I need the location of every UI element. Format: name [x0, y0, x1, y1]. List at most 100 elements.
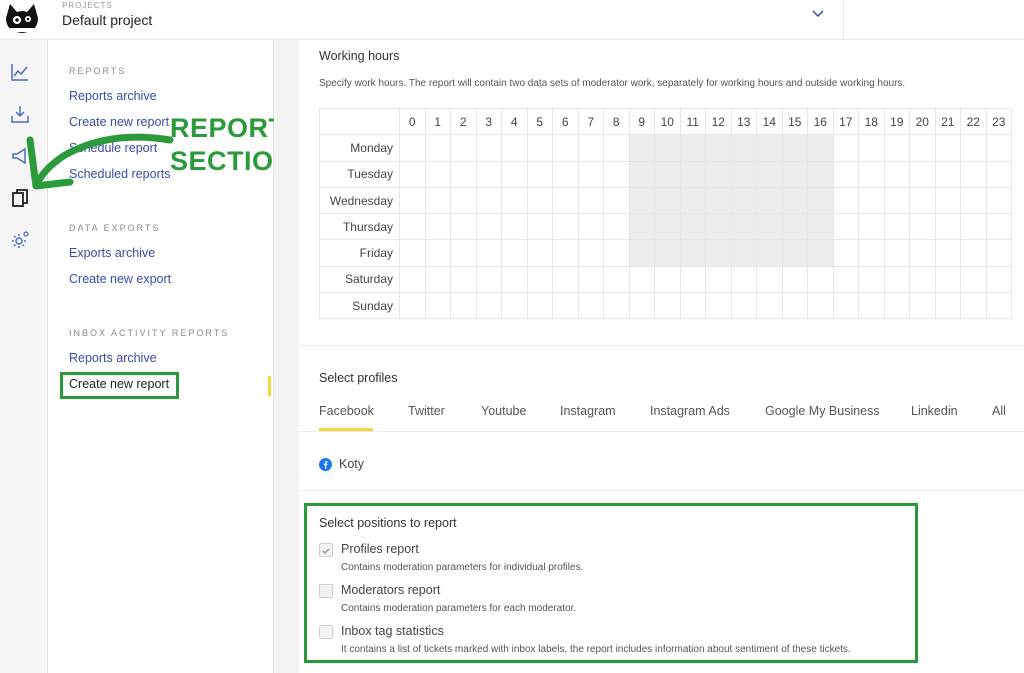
hour-cell[interactable] [781, 160, 808, 188]
hour-cell[interactable] [475, 265, 502, 294]
settings-gear-icon[interactable] [10, 230, 30, 250]
link-exports-archive[interactable]: Exports archive [69, 246, 155, 260]
hour-cell[interactable] [526, 213, 553, 241]
hour-cell[interactable] [832, 239, 859, 267]
hour-cell[interactable] [450, 213, 477, 241]
hour-cell[interactable] [628, 134, 655, 162]
hour-cell[interactable] [577, 265, 604, 294]
hour-cell[interactable] [883, 239, 910, 267]
hour-cell[interactable] [832, 186, 859, 215]
hour-cell[interactable] [960, 160, 987, 188]
hour-cell[interactable] [654, 213, 681, 241]
hour-cell[interactable] [730, 265, 757, 294]
hour-cell[interactable] [858, 292, 885, 320]
hour-cell[interactable] [679, 134, 706, 162]
hour-cell[interactable] [628, 186, 655, 215]
hour-cell[interactable] [424, 239, 451, 267]
hour-cell[interactable] [399, 292, 426, 320]
hour-cell[interactable] [399, 160, 426, 188]
hour-cell[interactable] [552, 134, 579, 162]
hour-cell[interactable] [781, 239, 808, 267]
hour-cell[interactable] [577, 292, 604, 320]
hour-cell[interactable] [960, 134, 987, 162]
hour-cell[interactable] [858, 213, 885, 241]
hour-cell[interactable] [654, 239, 681, 267]
hour-cell[interactable] [628, 292, 655, 320]
hour-cell[interactable] [934, 239, 961, 267]
hour-cell[interactable] [705, 186, 732, 215]
hour-cell[interactable] [730, 292, 757, 320]
hour-cell[interactable] [526, 239, 553, 267]
hour-cell[interactable] [501, 292, 528, 320]
label-inbox-tag-statistics[interactable]: Inbox tag statistics [341, 624, 444, 638]
hour-cell[interactable] [756, 160, 783, 188]
hour-cell[interactable] [781, 134, 808, 162]
tab-instagram-ads[interactable]: Instagram Ads [650, 404, 730, 418]
hour-cell[interactable] [909, 265, 936, 294]
tab-youtube[interactable]: Youtube [481, 404, 526, 418]
hour-cell[interactable] [679, 239, 706, 267]
hour-cell[interactable] [552, 265, 579, 294]
tab-all[interactable]: All [992, 404, 1006, 418]
hour-cell[interactable] [858, 186, 885, 215]
hour-cell[interactable] [603, 186, 630, 215]
hour-cell[interactable] [807, 134, 834, 162]
hour-cell[interactable] [909, 160, 936, 188]
hour-cell[interactable] [577, 134, 604, 162]
hour-cell[interactable] [475, 213, 502, 241]
hour-cell[interactable] [628, 265, 655, 294]
hour-cell[interactable] [934, 186, 961, 215]
hour-cell[interactable] [756, 186, 783, 215]
hour-cell[interactable] [399, 186, 426, 215]
hour-cell[interactable] [909, 134, 936, 162]
checkbox-inbox-tag-statistics[interactable] [319, 625, 333, 639]
link-create-new-export[interactable]: Create new export [69, 272, 171, 286]
hour-cell[interactable] [883, 292, 910, 320]
hour-cell[interactable] [552, 160, 579, 188]
hour-cell[interactable] [705, 265, 732, 294]
hour-cell[interactable] [909, 292, 936, 320]
hour-cell[interactable] [526, 160, 553, 188]
hour-cell[interactable] [705, 213, 732, 241]
hour-cell[interactable] [807, 292, 834, 320]
hour-cell[interactable] [858, 239, 885, 267]
hour-cell[interactable] [654, 265, 681, 294]
hour-cell[interactable] [552, 239, 579, 267]
cat-logo-icon[interactable] [2, 0, 42, 36]
hour-cell[interactable] [807, 213, 834, 241]
hour-cell[interactable] [475, 134, 502, 162]
hour-cell[interactable] [577, 239, 604, 267]
hour-cell[interactable] [756, 134, 783, 162]
hour-cell[interactable] [832, 265, 859, 294]
hour-cell[interactable] [603, 213, 630, 241]
hour-cell[interactable] [526, 292, 553, 320]
profile-item-koty[interactable]: Koty [339, 457, 364, 471]
hour-cell[interactable] [424, 134, 451, 162]
hour-cell[interactable] [603, 292, 630, 320]
hour-cell[interactable] [756, 239, 783, 267]
hour-cell[interactable] [501, 160, 528, 188]
hour-cell[interactable] [858, 265, 885, 294]
hour-cell[interactable] [985, 239, 1012, 267]
line-chart-icon[interactable] [10, 62, 30, 82]
hour-cell[interactable] [399, 134, 426, 162]
hour-cell[interactable] [501, 186, 528, 215]
hour-cell[interactable] [475, 160, 502, 188]
hour-cell[interactable] [526, 186, 553, 215]
chevron-down-icon[interactable] [810, 6, 826, 22]
hour-cell[interactable] [934, 213, 961, 241]
hour-cell[interactable] [628, 213, 655, 241]
hour-cell[interactable] [883, 134, 910, 162]
hour-cell[interactable] [679, 160, 706, 188]
hour-cell[interactable] [781, 213, 808, 241]
hour-cell[interactable] [475, 292, 502, 320]
tab-twitter[interactable]: Twitter [408, 404, 445, 418]
hour-cell[interactable] [526, 265, 553, 294]
hour-cell[interactable] [730, 160, 757, 188]
hour-cell[interactable] [679, 213, 706, 241]
hour-cell[interactable] [756, 265, 783, 294]
hour-cell[interactable] [399, 265, 426, 294]
hour-cell[interactable] [705, 239, 732, 267]
hour-cell[interactable] [603, 160, 630, 188]
hour-cell[interactable] [934, 160, 961, 188]
